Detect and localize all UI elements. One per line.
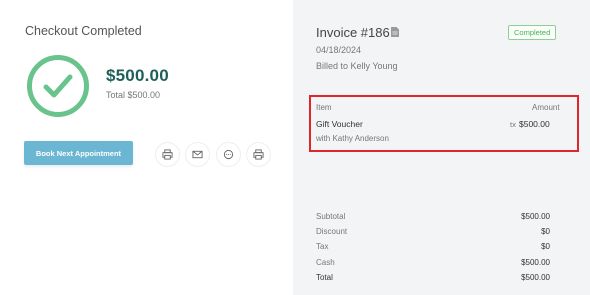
check-circle-icon [27, 55, 89, 117]
print-invoice-button[interactable] [246, 142, 271, 167]
summary-label: Cash [316, 258, 335, 267]
invoice-title: Invoice #186 [316, 25, 390, 40]
chat-icon [223, 149, 234, 160]
summary-label: Subtotal [316, 212, 346, 221]
column-header-amount: Amount [532, 103, 560, 112]
line-item-staff: with Kathy Anderson [316, 134, 389, 143]
checkmark-icon [43, 74, 73, 98]
summary-row-tax: Tax $0 [316, 242, 550, 251]
checkout-total: Total $500.00 [106, 90, 161, 100]
summary-label: Total [316, 273, 333, 282]
summary-row-cash: Cash $500.00 [316, 258, 550, 267]
summary-row-total: Total $500.00 [316, 273, 550, 282]
invoice-panel: Invoice #186 Completed 04/18/2024 Billed… [293, 0, 590, 295]
invoice-date: 04/18/2024 [316, 45, 362, 55]
line-item-tax: tx [510, 120, 516, 129]
checkout-panel: Checkout Completed $500.00 Total $500.00… [0, 0, 293, 295]
summary-value: $0 [541, 227, 550, 236]
summary-row-subtotal: Subtotal $500.00 [316, 212, 550, 221]
document-icon[interactable] [391, 27, 399, 37]
line-item-price: $500.00 [519, 119, 550, 129]
summary-row-discount: Discount $0 [316, 227, 550, 236]
checkout-title: Checkout Completed [25, 24, 142, 38]
status-badge: Completed [508, 25, 557, 40]
summary-value: $500.00 [521, 258, 550, 267]
mail-icon [192, 150, 203, 159]
summary-label: Discount [316, 227, 348, 236]
summary-value: $0 [541, 242, 550, 251]
email-receipt-button[interactable] [185, 142, 210, 167]
text-receipt-button[interactable] [216, 142, 241, 167]
print-icon [253, 149, 264, 160]
column-header-item: Item [316, 103, 332, 112]
summary-value: $500.00 [521, 212, 550, 221]
billed-to: Billed to Kelly Young [316, 61, 398, 71]
summary-value: $500.00 [521, 273, 550, 282]
line-item-name: Gift Voucher [316, 119, 363, 129]
summary-label: Tax [316, 242, 329, 251]
print-icon [162, 149, 173, 160]
book-next-appointment-button[interactable]: Book Next Appointment [24, 141, 133, 165]
print-receipt-button[interactable] [155, 142, 180, 167]
checkout-amount: $500.00 [106, 66, 169, 85]
